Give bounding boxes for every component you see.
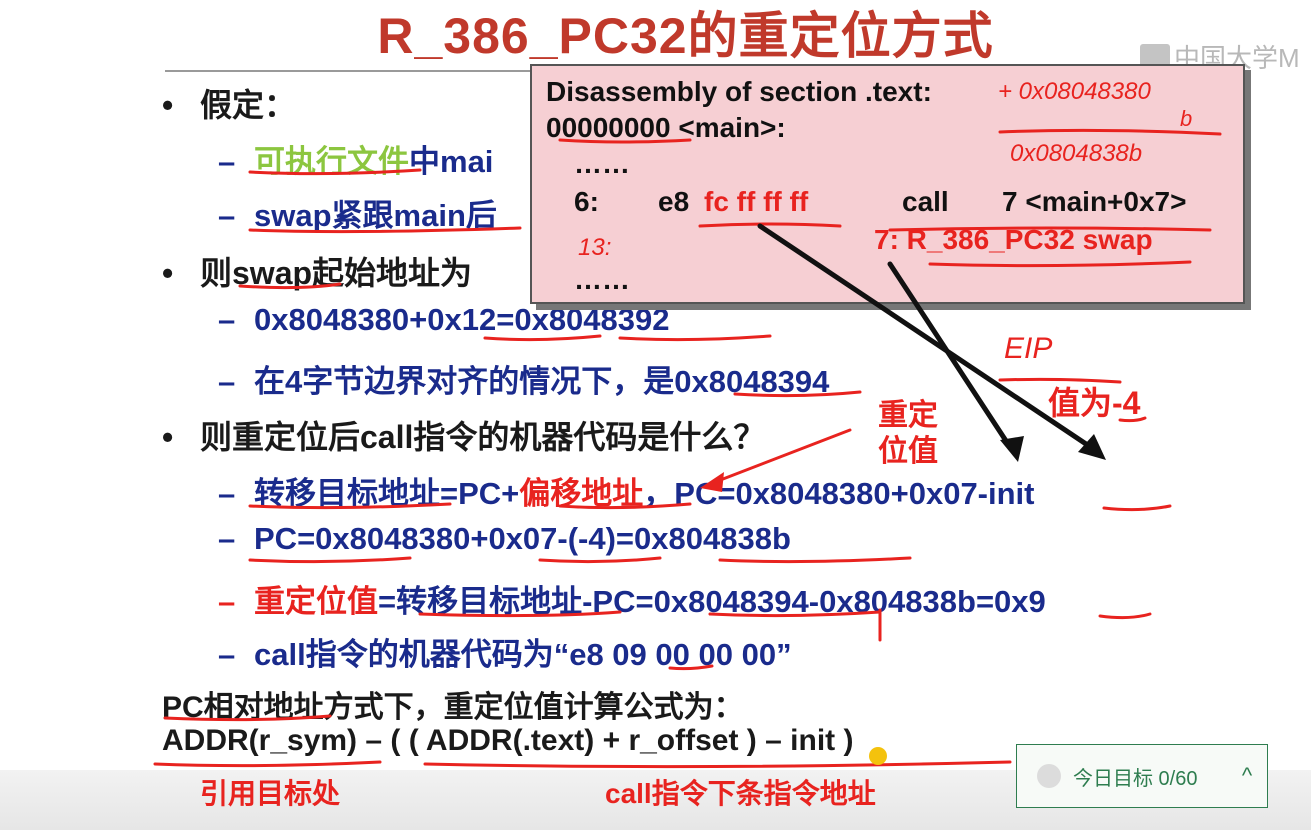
target-text: 转移目标地址=PC+ — [254, 476, 520, 511]
daily-goal-widget[interactable]: 今日目标 0/60 ^ — [1016, 744, 1268, 808]
disasm-dots: …… — [574, 148, 630, 179]
disasm-offset: 6: — [574, 186, 599, 217]
disasm-bytes: fc ff ff ff — [704, 186, 809, 217]
hand-eip: EIP — [1004, 332, 1053, 365]
arrowhead-icon — [1000, 436, 1024, 462]
underline-stroke — [248, 556, 412, 564]
exec-file-text: 可执行文件 — [254, 144, 409, 179]
disasm-operand: 7 <main+0x7> — [1002, 186, 1187, 217]
bullet-assume: • 假定： — [162, 87, 297, 123]
offset-addr-text: 偏移地址 — [519, 476, 644, 511]
assume-text: 假定： — [200, 87, 297, 123]
underline-stroke — [538, 556, 662, 564]
ref-target-label: 引用目标处 — [200, 778, 341, 809]
machine-code-text: call指令的机器代码为“e8 09 00 00 00” — [254, 637, 792, 672]
calc1-text: 0x8048380+0x12=0x8048392 — [254, 302, 670, 337]
pc-text: PC=0x8048380+0x07-(-4)=0x804838b — [254, 521, 791, 556]
bullet-code: – call指令的机器代码为“e8 09 00 00 00” — [218, 637, 792, 672]
arrowhead-icon — [1078, 434, 1106, 460]
reloc-value-text: 重定位值 — [254, 584, 378, 619]
hand-hex-sum: 0x0804838b — [1010, 140, 1143, 167]
bullet-pc: – PC=0x8048380+0x07-(-4)=0x804838b — [218, 521, 791, 556]
bullet-assume-b: – swap紧跟main后 — [218, 198, 497, 233]
slide-title: R_386_PC32的重定位方式 — [377, 8, 994, 64]
disasm-reloc-entry: 7: R_386_PC32 swap — [874, 224, 1153, 255]
disasm-instr: call — [902, 186, 949, 217]
swap-follows-text: swap紧跟main后 — [254, 198, 497, 233]
underline-stroke — [1102, 504, 1172, 512]
bullet-swap-start: • 则swap起始地址为 — [162, 255, 473, 291]
hand-hex-b: b — [1180, 106, 1193, 131]
disasm-heading: Disassembly of section .text: — [546, 76, 932, 107]
formula: ADDR(r_sym) – ( ( ADDR(.text) + r_offset… — [162, 724, 854, 757]
main-in-text: 中mai — [409, 144, 494, 179]
next-instr-label: call指令下条指令地址 — [605, 778, 876, 809]
goal-progress-icon — [1037, 764, 1061, 788]
question-text: 则重定位后call指令的机器代码是什么？ — [200, 419, 766, 455]
goal-text: 今日目标 0/60 — [1073, 767, 1198, 790]
underline-stroke — [1098, 612, 1152, 620]
bullet-calc1: –0x8048380+0x12=0x8048392 — [218, 302, 670, 337]
disasm-main-label: 00000000 <main>: — [546, 112, 786, 143]
bullet-assume-a: – 可执行文件中mai — [218, 144, 494, 179]
chevron-up-icon[interactable]: ^ — [1227, 763, 1267, 789]
bullet-calc2: – 在4字节边界对齐的情况下，是0x8048394 — [218, 364, 830, 399]
target-pc-text: ，PC=0x8048380+0x07-init — [643, 476, 1035, 511]
calc2-text: 在4字节边界对齐的情况下，是0x8048394 — [254, 364, 830, 399]
disasm-dots-2: …… — [574, 264, 630, 295]
underline-stroke — [718, 556, 912, 564]
swap-start-text: 则swap起始地址为 — [200, 255, 473, 291]
bullet-question: • 则重定位后call指令的机器代码是什么？ — [162, 419, 766, 455]
disasm-opcode: e8 — [658, 186, 690, 217]
cursor-highlight-icon — [869, 747, 887, 765]
slide: R_386_PC32的重定位方式 中国大学M • 假定： – 可执行文件中mai –… — [0, 0, 1311, 830]
hand-hex-add: + 0x08048380 — [998, 78, 1151, 105]
underline-stroke — [153, 760, 382, 768]
formula-title: PC相对地址方式下，重定位值计算公式为： — [162, 691, 744, 724]
bullet-target: – 转移目标地址=PC+偏移地址，PC=0x8048380+0x07-init — [218, 476, 1035, 511]
underline-stroke — [423, 760, 1012, 769]
hand-13: 13: — [578, 234, 612, 261]
bullet-reloc: – 重定位值=转移目标地址-PC=0x8048394-0x804838b=0x9 — [218, 584, 1046, 619]
hand-reloc-value-2: 位值 — [878, 435, 938, 468]
reloc-calc-text: =转移目标地址-PC=0x8048394-0x804838b=0x9 — [378, 584, 1046, 619]
hand-value-neg4: 值为-4 — [1048, 385, 1141, 421]
